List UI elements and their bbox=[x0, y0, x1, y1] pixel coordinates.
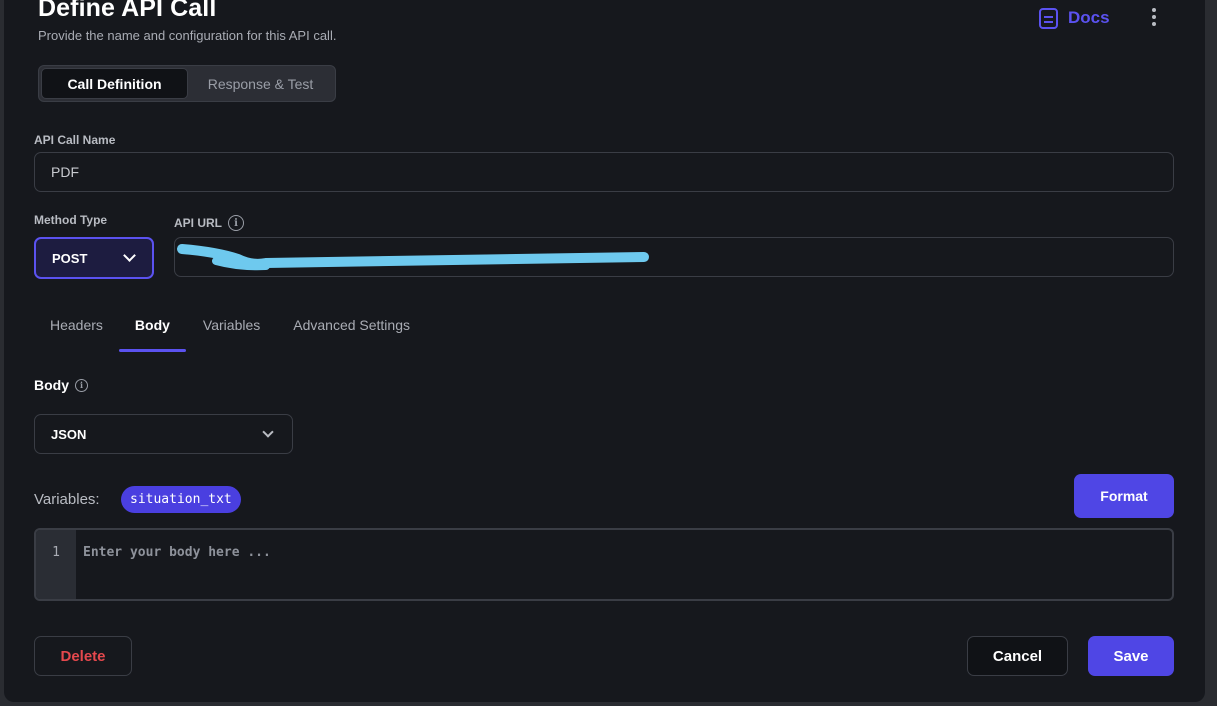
method-type-value: POST bbox=[52, 250, 88, 266]
api-url-label: API URL bbox=[174, 216, 222, 230]
method-type-label: Method Type bbox=[34, 213, 108, 227]
tab-body[interactable]: Body bbox=[118, 309, 186, 353]
body-label-row: Body i bbox=[34, 377, 88, 393]
api-url-label-row: API URL i bbox=[174, 215, 244, 231]
docs-link[interactable]: Docs bbox=[1039, 5, 1110, 31]
line-number-gutter: 1 bbox=[36, 530, 76, 599]
config-tabs: Headers Body Variables Advanced Settings bbox=[38, 309, 410, 353]
docs-label: Docs bbox=[1068, 8, 1110, 27]
format-button[interactable]: Format bbox=[1074, 474, 1174, 518]
variable-chip[interactable]: situation_txt bbox=[121, 486, 241, 513]
define-api-call-panel: Define API Call Provide the name and con… bbox=[4, 0, 1205, 702]
info-icon[interactable]: i bbox=[75, 378, 88, 392]
api-url-input[interactable] bbox=[174, 237, 1174, 277]
cancel-button[interactable]: Cancel bbox=[967, 636, 1068, 676]
page-subtitle: Provide the name and configuration for t… bbox=[38, 28, 337, 43]
info-icon[interactable]: i bbox=[228, 215, 244, 231]
chevron-down-icon bbox=[123, 249, 136, 262]
tab-headers[interactable]: Headers bbox=[50, 309, 103, 353]
editor-placeholder[interactable]: Enter your body here ... bbox=[76, 530, 1172, 599]
tab-advanced-settings[interactable]: Advanced Settings bbox=[293, 309, 410, 353]
api-call-name-label: API Call Name bbox=[34, 133, 116, 147]
tab-response-test[interactable]: Response & Test bbox=[188, 68, 333, 99]
body-label: Body bbox=[34, 377, 69, 393]
api-call-name-input[interactable]: PDF bbox=[34, 152, 1174, 192]
line-number: 1 bbox=[52, 545, 60, 560]
page-title: Define API Call bbox=[38, 0, 217, 22]
chevron-down-icon bbox=[262, 426, 274, 438]
variables-label: Variables: bbox=[34, 491, 100, 508]
tab-call-definition[interactable]: Call Definition bbox=[41, 68, 188, 99]
method-type-select[interactable]: POST bbox=[34, 237, 154, 279]
definition-segmented-control: Call Definition Response & Test bbox=[38, 65, 336, 102]
body-type-select[interactable]: JSON bbox=[34, 414, 293, 454]
body-type-value: JSON bbox=[51, 426, 87, 442]
delete-button[interactable]: Delete bbox=[34, 636, 132, 676]
document-icon bbox=[1039, 7, 1058, 29]
body-code-editor[interactable]: 1 Enter your body here ... bbox=[34, 528, 1174, 601]
kebab-menu-icon[interactable] bbox=[1145, 6, 1163, 28]
tab-variables[interactable]: Variables bbox=[203, 309, 260, 353]
save-button[interactable]: Save bbox=[1088, 636, 1174, 676]
api-call-name-value: PDF bbox=[51, 164, 79, 180]
